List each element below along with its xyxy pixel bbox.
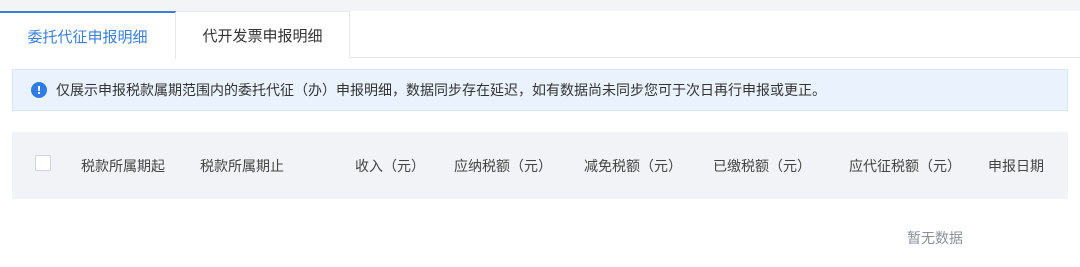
info-icon: ! [31,82,47,98]
col-tax-payable: 应纳税额（元） [454,158,552,175]
col-tax-paid: 已缴税额（元） [713,158,811,175]
col-tax-period-end: 税款所属期止 [200,158,284,175]
col-tax-to-collect: 应代征税额（元） [849,158,961,175]
tab-invoice-issuance[interactable]: 代开发票申报明细 [176,11,350,58]
col-tax-reduction: 减免税额（元） [584,158,682,175]
select-all-checkbox[interactable] [35,155,51,171]
col-filing-date: 申报日期 [988,158,1044,175]
table-header: 税款所属期起 税款所属期止 收入（元） 应纳税额（元） 减免税额（元） 已缴税额… [12,132,1068,199]
col-income: 收入（元） [355,158,425,175]
top-strip [0,0,1080,11]
empty-state-text: 暂无数据 [907,231,963,247]
info-notice: ! 仅展示申报税款属期范围内的委托代征（办）申报明细，数据同步存在延迟，如有数据… [12,69,1068,111]
table-body: 暂无数据 [12,199,1068,267]
tab-bar: 委托代征申报明细 代开发票申报明细 [0,11,1080,59]
col-tax-period-start: 税款所属期起 [81,158,165,175]
tab-delegated-collection[interactable]: 委托代征申报明细 [0,11,176,59]
notice-text: 仅展示申报税款属期范围内的委托代征（办）申报明细，数据同步存在延迟，如有数据尚未… [56,83,826,99]
